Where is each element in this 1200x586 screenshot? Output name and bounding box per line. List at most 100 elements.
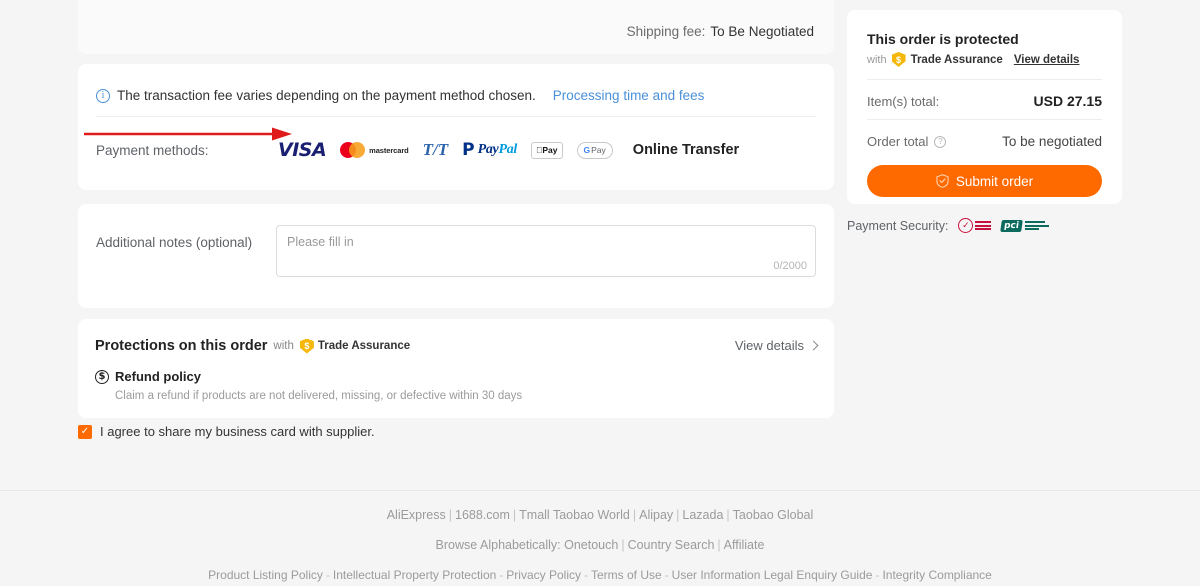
shield-dollar-icon: $ bbox=[891, 52, 906, 67]
view-details-label: View details bbox=[734, 338, 804, 353]
footer-link[interactable]: Taobao Global bbox=[733, 508, 814, 522]
footer-link[interactable]: Alipay bbox=[639, 508, 673, 522]
footer-link[interactable]: Integrity Compliance bbox=[882, 568, 991, 582]
payment-security-row: Payment Security: ✓ pci bbox=[847, 218, 1050, 233]
protections-with-label: with bbox=[273, 340, 294, 352]
shipping-fee-row: Shipping fee: To Be Negotiated bbox=[627, 24, 814, 39]
norton-check-icon: ✓ bbox=[958, 218, 974, 233]
footer-separator: | bbox=[448, 508, 452, 522]
norton-wordmark bbox=[975, 221, 992, 230]
apple-pay-label: Pay bbox=[536, 145, 557, 155]
order-total-value: To be negotiated bbox=[1002, 134, 1102, 149]
transaction-fee-note: i The transaction fee varies depending o… bbox=[96, 88, 704, 103]
trade-assurance-label: Trade Assurance bbox=[317, 340, 411, 352]
footer-link[interactable]: Intellectual Property Protection bbox=[333, 568, 496, 582]
footer-link[interactable]: Onetouch bbox=[564, 538, 618, 552]
help-icon[interactable]: ? bbox=[934, 135, 947, 148]
google-pay-icon[interactable]: G Pay bbox=[576, 141, 613, 159]
order-total-row: Order total ? To be negotiated bbox=[867, 134, 1102, 149]
footer-link[interactable]: Lazada bbox=[682, 508, 723, 522]
footer-separator: - bbox=[875, 568, 880, 582]
trade-assurance-label: Trade Assurance bbox=[910, 53, 1003, 66]
footer-prefix: Browse Alphabetically: bbox=[435, 538, 565, 552]
checkout-page: Shipping fee: To Be Negotiated i The tran… bbox=[0, 0, 1200, 586]
google-g-glyph: G bbox=[584, 145, 591, 155]
order-protected-title: This order is protected bbox=[867, 31, 1019, 47]
footer-separator: | bbox=[726, 508, 730, 522]
footer-separator: - bbox=[583, 568, 588, 582]
footer-link[interactable]: AliExpress bbox=[387, 508, 446, 522]
footer: AliExpress | 1688.com | Tmall Taobao World | A… bbox=[0, 491, 1200, 582]
agree-checkbox[interactable]: ✓ bbox=[78, 424, 92, 439]
character-counter: 0/2000 bbox=[773, 260, 807, 272]
footer-separator: - bbox=[499, 568, 504, 582]
online-transfer-label[interactable]: Online Transfer bbox=[633, 142, 739, 158]
agree-checkbox-label[interactable]: I agree to share my business card with s… bbox=[100, 424, 375, 439]
footer-link[interactable]: Product Listing Policy bbox=[208, 568, 323, 582]
payment-methods-label: Payment methods: bbox=[96, 142, 209, 158]
footer-separator: | bbox=[512, 508, 517, 522]
mastercard-rings-icon bbox=[340, 142, 366, 158]
paypal-icon[interactable]: P PayPal bbox=[462, 139, 518, 160]
visa-icon[interactable]: VISA bbox=[278, 139, 327, 161]
footer-line-policies: Product Listing Policy - Intellectual Prop… bbox=[0, 568, 1200, 582]
refund-policy-row: $ Refund policy bbox=[95, 369, 201, 384]
footer-link[interactable]: Privacy Policy bbox=[506, 568, 581, 582]
additional-notes-input[interactable]: Please fill in 0/2000 bbox=[276, 225, 816, 277]
footer-line-browse: Browse Alphabetically: Onetouch | Country … bbox=[0, 538, 1200, 552]
footer-link[interactable]: 1688.com bbox=[455, 508, 510, 522]
footer-link[interactable]: User Information Legal Enquiry Guide bbox=[672, 568, 873, 582]
footer-separator: | bbox=[621, 538, 625, 552]
pci-subtext bbox=[1025, 221, 1050, 230]
paypal-word-a: Pay bbox=[477, 142, 499, 157]
processing-time-and-fees-link[interactable]: Processing time and fees bbox=[553, 88, 705, 103]
mastercard-wordmark: mastercard bbox=[369, 145, 409, 155]
order-total-label: Order total bbox=[867, 134, 929, 149]
divider bbox=[96, 116, 816, 117]
apple-pay-icon[interactable]: Pay bbox=[531, 141, 563, 159]
protections-title: Protections on this order bbox=[95, 338, 268, 354]
footer-link[interactable]: Country Search bbox=[628, 538, 715, 552]
paypal-p-glyph: P bbox=[462, 139, 475, 160]
footer-link[interactable]: Tmall Taobao World bbox=[519, 508, 630, 522]
submit-order-label: Submit order bbox=[955, 173, 1034, 189]
shield-dollar-icon: $ bbox=[299, 338, 314, 354]
items-total-label: Item(s) total: bbox=[867, 93, 940, 109]
summary-view-details-link[interactable]: View details bbox=[1014, 54, 1080, 66]
paypal-word-b: Pal bbox=[498, 142, 518, 157]
order-summary-card: This order is protected with $ Trade Ass… bbox=[847, 10, 1122, 204]
agree-share-business-card-row: ✓ I agree to share my business card with… bbox=[78, 424, 375, 439]
footer-separator: | bbox=[717, 538, 721, 552]
divider bbox=[867, 79, 1102, 80]
payment-security-label: Payment Security: bbox=[847, 218, 949, 233]
info-icon: i bbox=[96, 88, 110, 103]
footer-separator: | bbox=[632, 508, 637, 522]
divider bbox=[867, 119, 1102, 120]
pci-compliant-badge-icon: pci bbox=[1000, 219, 1050, 232]
shipping-fee-label: Shipping fee: bbox=[626, 24, 706, 39]
summary-with-label: with bbox=[867, 53, 887, 66]
shipping-fee-value: To Be Negotiated bbox=[710, 24, 814, 39]
tt-icon[interactable]: T/T bbox=[423, 140, 449, 160]
norton-secured-badge-icon: ✓ bbox=[958, 218, 992, 233]
additional-notes-placeholder: Please fill in bbox=[287, 235, 354, 249]
google-pay-label: Pay bbox=[584, 145, 606, 155]
footer-link[interactable]: Affiliate bbox=[724, 538, 765, 552]
protections-view-details-link[interactable]: View details bbox=[734, 338, 819, 353]
refund-policy-title: Refund policy bbox=[115, 369, 201, 384]
footer-separator: - bbox=[325, 568, 330, 582]
submit-order-button[interactable]: Submit order bbox=[867, 165, 1102, 197]
order-protected-subtitle: with $ Trade Assurance View details bbox=[867, 52, 1079, 67]
footer-link[interactable]: Terms of Use bbox=[591, 568, 662, 582]
chevron-right-icon bbox=[808, 340, 819, 351]
additional-notes-label: Additional notes (optional) bbox=[96, 235, 253, 250]
footer-line-sites: AliExpress | 1688.com | Tmall Taobao World | A… bbox=[0, 508, 1200, 522]
pci-wordmark: pci bbox=[1000, 219, 1024, 232]
order-total-label-group: Order total ? bbox=[867, 134, 947, 149]
items-total-value: USD 27.15 bbox=[1033, 93, 1102, 109]
annotation-arrow bbox=[84, 127, 292, 141]
footer-separator: - bbox=[664, 568, 669, 582]
items-total-row: Item(s) total: USD 27.15 bbox=[867, 93, 1102, 109]
mastercard-icon[interactable]: mastercard bbox=[340, 142, 409, 158]
payment-method-icon-list: VISA mastercard T/T P PayPal Pay GPay O… bbox=[278, 139, 739, 161]
